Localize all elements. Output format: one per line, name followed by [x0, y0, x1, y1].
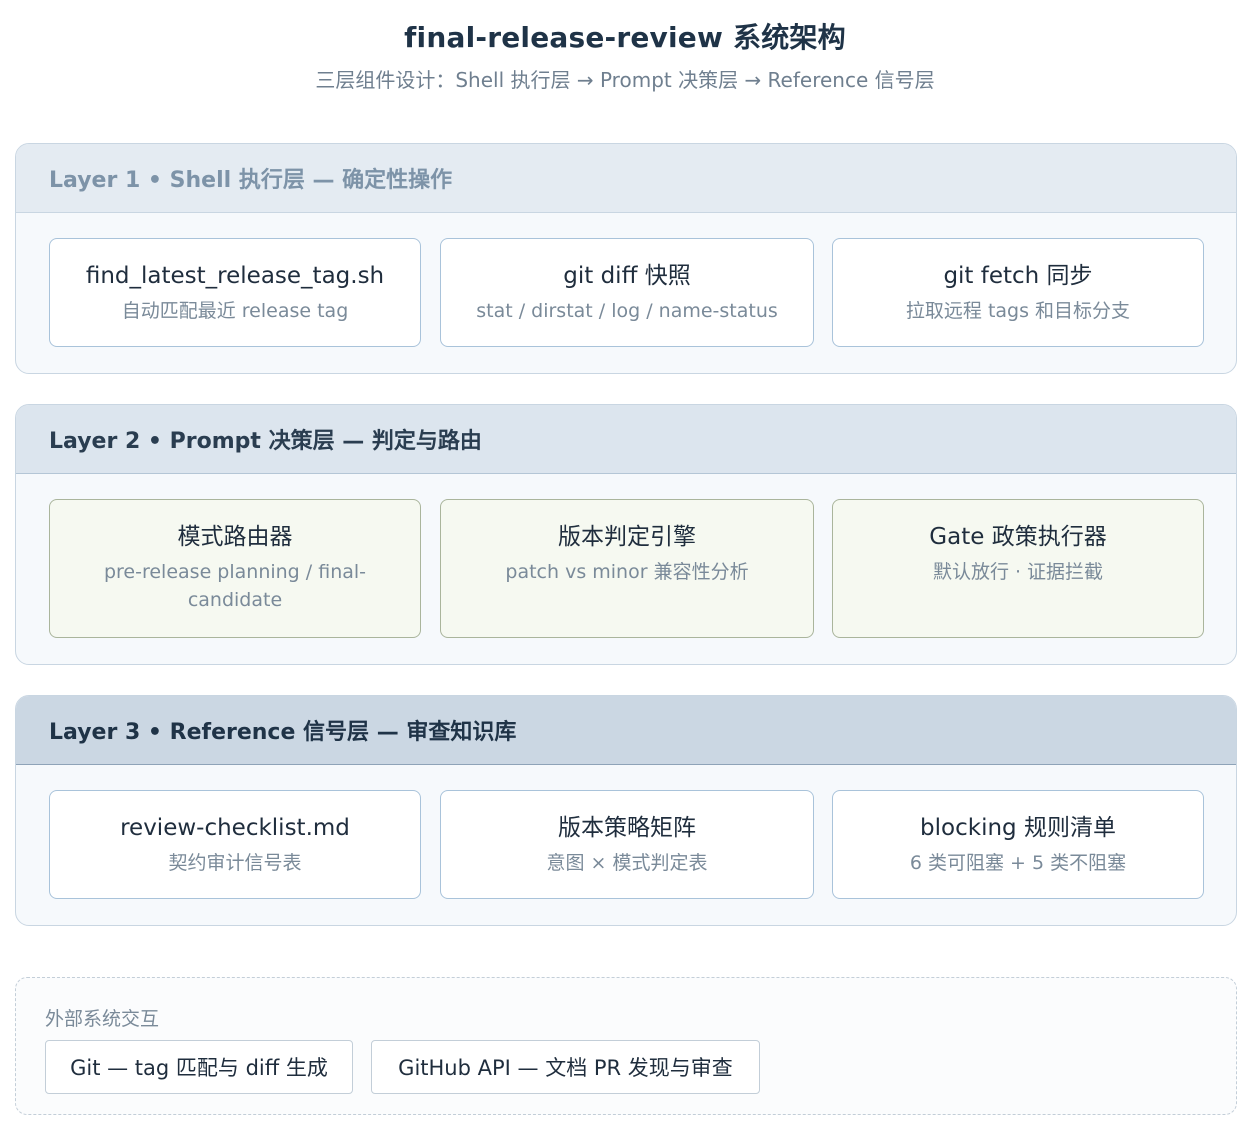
- layer-shell-header: Layer 1 • Shell 执行层 — 确定性操作: [16, 144, 1236, 213]
- external-system-github-api: GitHub API — 文档 PR 发现与审查: [371, 1040, 760, 1094]
- component-description: patch vs minor 兼容性分析: [505, 561, 749, 583]
- component-card-git-fetch: git fetch 同步 拉取远程 tags 和目标分支: [832, 238, 1204, 347]
- component-title: git diff 快照: [563, 263, 691, 289]
- component-title: 模式路由器: [177, 524, 293, 550]
- component-title: 版本策略矩阵: [558, 815, 696, 841]
- component-description: 意图 × 模式判定表: [546, 852, 708, 874]
- component-description: 默认放行 · 证据拦截: [932, 561, 1104, 583]
- layer-reference: Layer 3 • Reference 信号层 — 审查知识库 review-c…: [15, 695, 1237, 926]
- component-title: Gate 政策执行器: [929, 524, 1107, 550]
- external-system-git: Git — tag 匹配与 diff 生成: [45, 1040, 353, 1094]
- component-card-version-matrix: 版本策略矩阵 意图 × 模式判定表: [440, 790, 814, 899]
- component-description: 契约审计信号表: [168, 852, 302, 874]
- component-card-blocking-rules: blocking 规则清单 6 类可阻塞 + 5 类不阻塞: [832, 790, 1204, 899]
- component-card-find-latest-tag: find_latest_release_tag.sh 自动匹配最近 releas…: [49, 238, 421, 347]
- component-description: pre-release planning / final-candidate: [103, 561, 367, 611]
- component-title: review-checklist.md: [120, 815, 350, 841]
- component-card-version-engine: 版本判定引擎 patch vs minor 兼容性分析: [440, 499, 814, 638]
- external-systems-label: 外部系统交互: [45, 1008, 160, 1030]
- component-description: 拉取远程 tags 和目标分支: [905, 300, 1131, 322]
- component-description: stat / dirstat / log / name-status: [476, 300, 778, 322]
- component-card-git-diff: git diff 快照 stat / dirstat / log / name-…: [440, 238, 814, 347]
- component-title: find_latest_release_tag.sh: [85, 263, 385, 289]
- layer-reference-header: Layer 3 • Reference 信号层 — 审查知识库: [16, 696, 1236, 765]
- component-description: 6 类可阻塞 + 5 类不阻塞: [909, 852, 1127, 874]
- layer-prompt: Layer 2 • Prompt 决策层 — 判定与路由 模式路由器 pre-r…: [15, 404, 1237, 665]
- component-card-mode-router: 模式路由器 pre-release planning / final-candi…: [49, 499, 421, 638]
- layer-shell: Layer 1 • Shell 执行层 — 确定性操作 find_latest_…: [15, 143, 1237, 374]
- component-title: 版本判定引擎: [558, 524, 696, 550]
- component-card-review-checklist: review-checklist.md 契约审计信号表: [49, 790, 421, 899]
- component-title: git fetch 同步: [943, 263, 1093, 289]
- layer-prompt-header: Layer 2 • Prompt 决策层 — 判定与路由: [16, 405, 1236, 474]
- component-card-gate-policy: Gate 政策执行器 默认放行 · 证据拦截: [832, 499, 1204, 638]
- page-title: final-release-review 系统架构: [404, 21, 846, 54]
- component-description: 自动匹配最近 release tag: [121, 300, 349, 322]
- component-title: blocking 规则清单: [920, 815, 1116, 841]
- page-subtitle: 三层组件设计：Shell 执行层 → Prompt 决策层 → Referenc…: [315, 68, 935, 92]
- external-systems: 外部系统交互 Git — tag 匹配与 diff 生成 GitHub API …: [15, 977, 1237, 1115]
